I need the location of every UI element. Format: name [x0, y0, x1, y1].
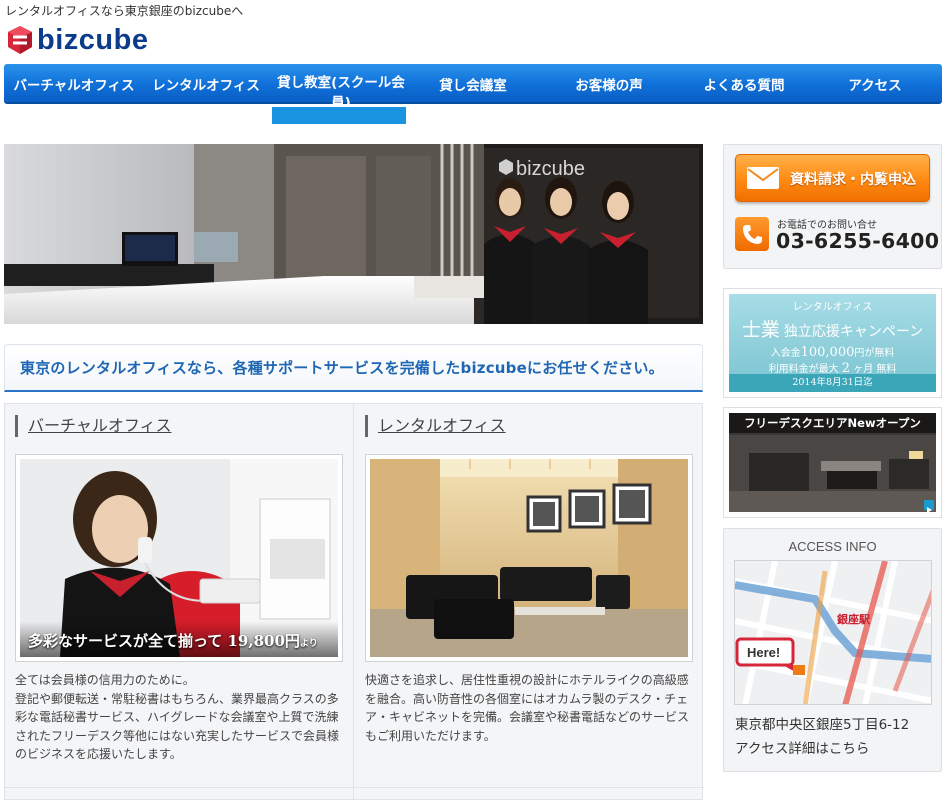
map-here-label: Here! [747, 645, 780, 660]
virtual-office-caption: 多彩なサービスが全て揃って 19,800円より [28, 632, 318, 650]
campaign-category: レンタルオフィス [792, 302, 873, 313]
nav-item-virtual-office[interactable]: バーチャルオフィス [12, 64, 136, 104]
virtual-office-title-link[interactable]: バーチャルオフィス [15, 415, 172, 437]
nav-item-access[interactable]: アクセス [840, 64, 910, 104]
access-address: 東京都中央区銀座5丁目6-12 [735, 717, 910, 733]
rental-office-text: 快適さを追求し、居住性重視の設計にホテルライクの高級感を融合。高い防音性の各個室… [365, 673, 690, 743]
service-grid: バーチャルオフィス 多彩なサービスが全て揃って 19,800円より 全ては会員様… [4, 403, 704, 800]
campaign-banner[interactable]: レンタルオフィス 士業 独立応援キャンペーン 入会金100,000円が無料 利用料… [723, 288, 942, 398]
nav-item-rental-office[interactable]: レンタルオフィス [150, 64, 262, 104]
lead-banner: 東京のレンタルオフィスなら、各種サポートサービスを完備したbizcubeにお任せ… [4, 344, 703, 392]
nav-item-testimonials[interactable]: お客様の声 [564, 64, 654, 104]
map-station-label: 銀座駅 [837, 612, 870, 626]
site-tagline: レンタルオフィスなら東京銀座のbizcubeへ [5, 4, 244, 18]
phone-icon [735, 217, 769, 251]
bizcube-cube-icon [8, 26, 32, 54]
request-docs-label: 資料請求・内覧申込 [790, 172, 916, 188]
play-icon [924, 500, 934, 512]
access-info-box: ACCESS INFO 銀座駅 Here! 東京都中央区銀座5丁目6-12 アク… [723, 528, 942, 772]
hero-sign-text: bizcube [516, 158, 585, 180]
rental-office-image [370, 459, 688, 657]
nav-item-school-rental[interactable]: 貸し教室(スクール会員) [274, 64, 408, 111]
freedesk-banner-text: フリーデスクエリアNewオープン [729, 413, 936, 433]
virtual-office-text: 全ては会員様の信用力のために。 登記や郵便転送・常駐秘書はもちろん、業界最高クラ… [15, 673, 340, 761]
hero-image: bizcube [4, 144, 703, 324]
access-detail-link[interactable]: アクセス詳細はこちら [735, 737, 869, 757]
lead-text: 東京のレンタルオフィスなら、各種サポートサービスを完備したbizcubeにお任せ… [20, 359, 664, 377]
site-logo[interactable]: bizcube [8, 24, 149, 56]
hero-photo: bizcube [4, 144, 703, 324]
grid-divider-row [5, 787, 704, 788]
mail-icon [747, 167, 779, 189]
nav-item-faq[interactable]: よくある質問 [694, 64, 794, 104]
tel-number[interactable]: 03-6255-6400 [776, 229, 939, 253]
global-nav: バーチャルオフィス レンタルオフィス 貸し教室(スクール会員) 貸し会議室 お客… [4, 64, 942, 111]
access-info-heading: ACCESS INFO [788, 539, 877, 554]
nav-item-meeting-room[interactable]: 貸し会議室 [432, 64, 514, 104]
access-map[interactable]: 銀座駅 Here! [734, 560, 932, 705]
campaign-deadline: 2014年8月31日迄 [729, 374, 936, 392]
nav-active-underline [272, 107, 406, 124]
rental-office-photo[interactable] [365, 454, 693, 662]
request-docs-button[interactable]: 資料請求・内覧申込 [735, 154, 930, 202]
logo-wordmark: bizcube [37, 24, 149, 56]
campaign-title: 士業 独立応援キャンペーン [741, 319, 924, 341]
freedesk-banner[interactable]: フリーデスクエリアNewオープン [723, 407, 942, 518]
contact-box: 資料請求・内覧申込 お電話でのお問い合せ 03-6255-6400 [723, 144, 942, 269]
virtual-office-photo[interactable]: 多彩なサービスが全て揃って 19,800円より [15, 454, 343, 662]
rental-office-title-link[interactable]: レンタルオフィス [365, 415, 506, 437]
hero-staff [484, 177, 648, 324]
grid-divider [353, 404, 354, 800]
campaign-offer-1: 入会金100,000円が無料 [770, 345, 895, 360]
